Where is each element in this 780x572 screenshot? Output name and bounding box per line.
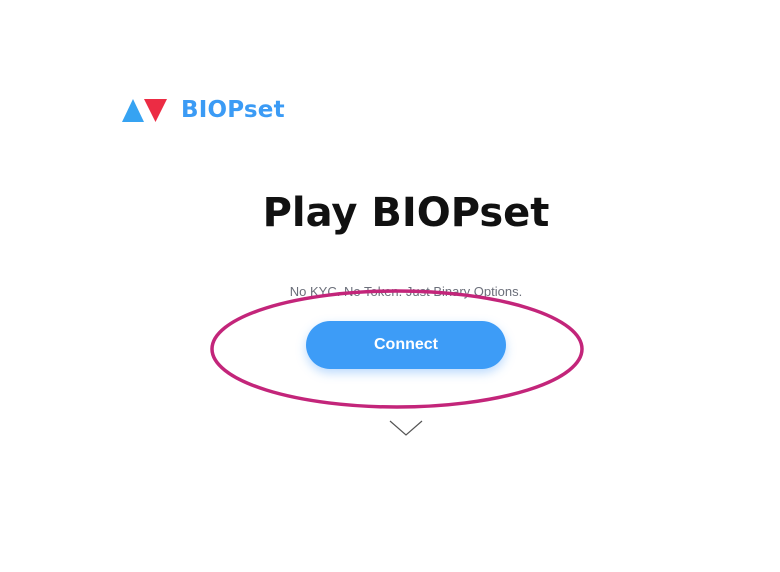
tagline: No KYC. No Token. Just Binary Options. xyxy=(289,284,523,299)
brand-name: BIOPset xyxy=(181,97,285,123)
landing-page: BIOPset Play BIOPset No KYC. No Token. J… xyxy=(0,0,780,572)
chevron-down-icon[interactable] xyxy=(388,418,424,438)
brand-header[interactable]: BIOPset xyxy=(121,96,285,124)
page-title: Play BIOPset xyxy=(262,190,550,236)
connect-button[interactable]: Connect xyxy=(306,321,506,369)
biopset-logo-icon xyxy=(122,99,167,122)
